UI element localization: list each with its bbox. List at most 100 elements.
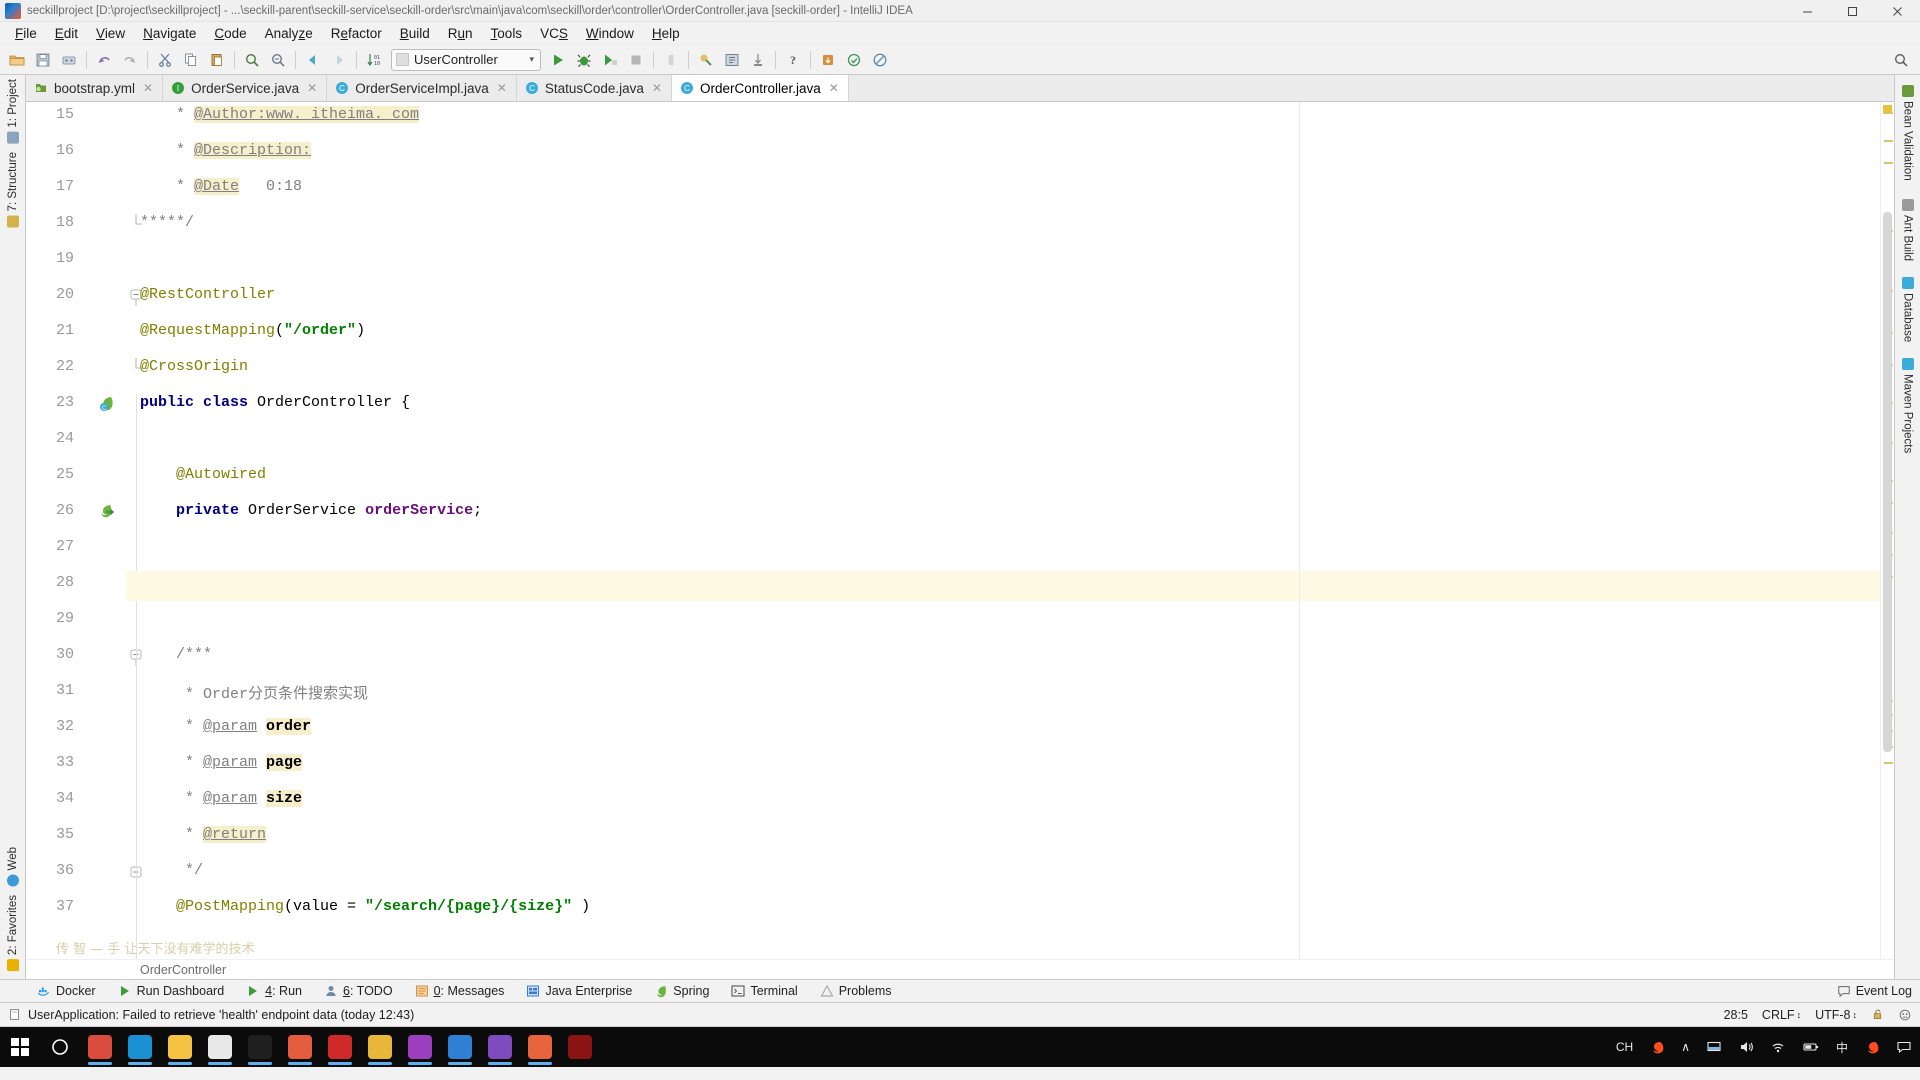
menu-file[interactable]: File	[6, 24, 46, 43]
taskbar-chrome-icon[interactable]	[80, 1027, 120, 1067]
line-separator[interactable]: CRLF ↕	[1762, 1008, 1801, 1022]
copy-icon[interactable]	[178, 48, 204, 72]
close-icon[interactable]: ✕	[307, 81, 317, 95]
attach-icon[interactable]	[745, 48, 771, 72]
back-icon[interactable]	[300, 48, 326, 72]
tool-window-6-todo[interactable]: 6: TODO	[313, 984, 404, 998]
tool-window-0-messages[interactable]: 0: Messages	[404, 984, 516, 998]
spring-autowired-icon[interactable]	[98, 503, 116, 521]
error-stripe-mark[interactable]	[1884, 140, 1893, 142]
tool-window-4-run[interactable]: 4: Run	[235, 984, 313, 998]
menu-help[interactable]: Help	[643, 24, 689, 43]
chevron-up-icon[interactable]: ∧	[1673, 1027, 1698, 1067]
tool-window-problems[interactable]: Problems	[809, 984, 903, 998]
taskbar-wechat-dev-icon[interactable]	[440, 1027, 480, 1067]
menu-analyze[interactable]: Analyze	[256, 24, 322, 43]
taskbar-snipaste-icon[interactable]	[280, 1027, 320, 1067]
run-coverage-icon[interactable]	[597, 48, 623, 72]
taskbar-onedrive-icon[interactable]	[120, 1027, 160, 1067]
code-editor[interactable]: 15 16 17 18 19 20 21 22 23 24 25 26 27 28 29 30 31 32 33 34…	[26, 102, 1894, 959]
close-icon[interactable]: ✕	[652, 81, 662, 95]
sogou-icon[interactable]	[1641, 1027, 1673, 1067]
sidebar-item-favorites[interactable]: 2: Favorites	[7, 891, 19, 975]
tool-window-run-dashboard[interactable]: Run Dashboard	[107, 984, 236, 998]
tool-window-java-enterprise[interactable]: Java Enterprise	[515, 984, 643, 998]
search-everywhere-icon[interactable]	[1888, 48, 1914, 72]
taskbar-terminal-icon[interactable]	[240, 1027, 280, 1067]
event-log-button[interactable]: Event Log	[1837, 984, 1912, 998]
ime-language-label[interactable]: CH	[1608, 1027, 1641, 1067]
build-project-icon[interactable]	[719, 48, 745, 72]
wifi-icon[interactable]	[1762, 1027, 1794, 1067]
error-stripe-mark[interactable]	[1884, 762, 1893, 764]
close-icon[interactable]: ✕	[143, 81, 153, 95]
paste-icon[interactable]	[204, 48, 230, 72]
cortana-search-icon[interactable]	[40, 1027, 80, 1067]
tool-window-spring[interactable]: Spring	[643, 984, 720, 998]
inspection-level-widget[interactable]	[1898, 1008, 1912, 1022]
notification-icon[interactable]	[1888, 1027, 1920, 1067]
error-stripe-scrollbar[interactable]	[1880, 102, 1894, 959]
tool-window-terminal[interactable]: Terminal	[720, 984, 808, 998]
maximize-button[interactable]	[1830, 0, 1875, 22]
status-message-group[interactable]: UserApplication: Failed to retrieve 'hea…	[8, 1008, 414, 1022]
error-stripe-mark[interactable]	[1884, 112, 1893, 114]
sidebar-item-maven-projects[interactable]: Maven Projects	[1901, 354, 1914, 457]
taskbar-xmind-icon[interactable]	[520, 1027, 560, 1067]
close-icon[interactable]: ✕	[829, 81, 839, 95]
taskbar-postman-icon[interactable]	[360, 1027, 400, 1067]
sort-icon[interactable]: 01 10	[361, 48, 387, 72]
editor-tab-orderservice-java[interactable]: I OrderService.java ✕	[163, 75, 328, 101]
save-all-icon[interactable]	[30, 48, 56, 72]
taskbar-recorder-icon[interactable]	[560, 1027, 600, 1067]
taskbar-intellij-idea-icon[interactable]	[400, 1027, 440, 1067]
menu-view[interactable]: View	[87, 24, 134, 43]
volume-icon[interactable]	[1730, 1027, 1762, 1067]
open-folder-icon[interactable]	[4, 48, 30, 72]
breadcrumb[interactable]: OrderController	[26, 959, 1894, 979]
editor-tab-bootstrap-yml[interactable]: bootstrap.yml ✕	[26, 75, 164, 101]
debug-icon[interactable]	[571, 48, 597, 72]
replace-icon[interactable]	[265, 48, 291, 72]
help-icon[interactable]: ?	[780, 48, 806, 72]
sidebar-item-ant-build[interactable]: Ant Build	[1901, 195, 1914, 265]
sogou-icon[interactable]	[1856, 1027, 1888, 1067]
editor-tab-ordercontroller-java[interactable]: C OrderController.java ✕	[671, 75, 849, 101]
forward-icon[interactable]	[326, 48, 352, 72]
menu-run[interactable]: Run	[439, 24, 482, 43]
sidebar-item-web[interactable]: Web	[7, 843, 19, 890]
monitor-icon[interactable]	[1698, 1027, 1730, 1067]
undo-icon[interactable]	[91, 48, 117, 72]
menu-vcs[interactable]: VCS	[531, 24, 577, 43]
update-app-icon[interactable]	[815, 48, 841, 72]
sidebar-item-project[interactable]: 1: Project	[6, 75, 19, 148]
menu-code[interactable]: Code	[205, 24, 255, 43]
menu-navigate[interactable]: Navigate	[134, 24, 205, 43]
menu-refactor[interactable]: Refactor	[322, 24, 391, 43]
caret-position[interactable]: 28:5	[1724, 1008, 1748, 1022]
windows-start-icon[interactable]	[0, 1027, 40, 1067]
menu-edit[interactable]: Edit	[46, 24, 87, 43]
taskbar-navicat-icon[interactable]	[320, 1027, 360, 1067]
sync-icon[interactable]	[56, 48, 82, 72]
spring-bean-class-icon[interactable]: C	[98, 395, 116, 413]
find-icon[interactable]	[239, 48, 265, 72]
menu-window[interactable]: Window	[577, 24, 643, 43]
taskbar-file-explorer-icon[interactable]	[160, 1027, 200, 1067]
editor-gutter[interactable]: 15 16 17 18 19 20 21 22 23 24 25 26 27 28 29 30 31 32 33 34…	[26, 102, 126, 959]
stop-icon[interactable]	[623, 48, 649, 72]
sidebar-item-structure[interactable]: 7: Structure	[6, 148, 19, 231]
menu-build[interactable]: Build	[391, 24, 439, 43]
ime-mode-label[interactable]: 中	[1828, 1027, 1856, 1067]
error-stripe-mark[interactable]	[1884, 162, 1893, 164]
close-icon[interactable]: ✕	[497, 81, 507, 95]
no-entry-icon[interactable]	[867, 48, 893, 72]
battery-icon[interactable]	[1794, 1027, 1828, 1067]
read-only-toggle[interactable]	[1871, 1008, 1884, 1021]
editor-tab-statuscode-java[interactable]: C StatusCode.java ✕	[516, 75, 672, 101]
menu-tools[interactable]: Tools	[482, 24, 532, 43]
editor-tab-orderserviceimpl-java[interactable]: C OrderServiceImpl.java ✕	[327, 75, 517, 101]
minimize-button[interactable]	[1785, 0, 1830, 22]
tool-window-docker[interactable]: Docker	[26, 984, 107, 998]
sidebar-item-bean-validation[interactable]: Bean Validation	[1901, 81, 1914, 185]
